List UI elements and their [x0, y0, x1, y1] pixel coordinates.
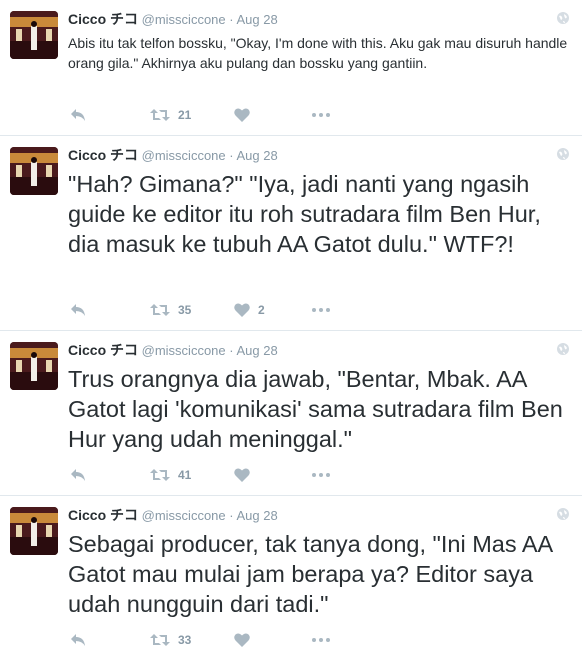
like-count: 2: [258, 303, 265, 317]
retweet-count: 35: [178, 303, 192, 317]
like-button[interactable]: [234, 105, 258, 125]
retweet-count: 21: [178, 108, 192, 122]
reply-button[interactable]: [70, 465, 86, 485]
avatar[interactable]: [10, 342, 58, 390]
globe-icon: [557, 508, 569, 520]
separator-dot: ·: [229, 148, 234, 163]
retweet-icon: [150, 634, 170, 646]
tweet-text: Abis itu tak telfon bossku, "Okay, I'm d…: [68, 35, 572, 71]
more-button[interactable]: [312, 630, 330, 650]
retweet-count: 41: [178, 468, 192, 482]
tweet-header: Cicco チコ @missciccone · Aug 28: [68, 506, 568, 525]
timestamp[interactable]: Aug 28: [237, 508, 278, 523]
more-button[interactable]: [312, 105, 330, 125]
like-button[interactable]: 2: [234, 300, 265, 320]
more-button[interactable]: [312, 300, 330, 320]
separator-dot: ·: [229, 343, 234, 358]
screen-name[interactable]: @missciccone: [142, 508, 226, 523]
more-icon: [312, 113, 330, 117]
heart-icon: [234, 633, 250, 647]
more-icon: [312, 473, 330, 477]
reply-button[interactable]: [70, 300, 86, 320]
globe-icon: [557, 343, 569, 355]
globe-icon: [557, 12, 569, 24]
tweet-header: Cicco チコ @missciccone · Aug 28: [68, 10, 568, 29]
tweet-header: Cicco チコ @missciccone · Aug 28: [68, 146, 568, 165]
tweet-text: Sebagai producer, tak tanya dong, "Ini M…: [68, 531, 559, 617]
reply-button[interactable]: [70, 630, 86, 650]
separator-dot: ·: [229, 508, 234, 523]
display-name[interactable]: Cicco チコ: [68, 507, 138, 523]
heart-icon: [234, 468, 250, 482]
timestamp[interactable]: Aug 28: [237, 12, 278, 27]
reply-icon: [71, 304, 85, 316]
reply-icon: [71, 109, 85, 121]
tweet-text: Trus orangnya dia jawab, "Bentar, Mbak. …: [68, 366, 570, 452]
screen-name[interactable]: @missciccone: [142, 343, 226, 358]
tweet-actions: 21: [70, 105, 582, 125]
timestamp[interactable]: Aug 28: [237, 343, 278, 358]
tweet-actions: 33: [70, 630, 582, 650]
retweet-count: 33: [178, 633, 192, 647]
heart-icon: [234, 108, 250, 122]
screen-name[interactable]: @missciccone: [142, 148, 226, 163]
retweet-icon: [150, 109, 170, 121]
retweet-button[interactable]: 41: [150, 465, 191, 485]
display-name[interactable]: Cicco チコ: [68, 11, 138, 27]
globe-icon: [557, 148, 569, 160]
tweet[interactable]: Cicco チコ @missciccone · Aug 28 "Hah? Gim…: [0, 136, 582, 331]
retweet-button[interactable]: 21: [150, 105, 191, 125]
timestamp[interactable]: Aug 28: [237, 148, 278, 163]
more-icon: [312, 638, 330, 642]
like-button[interactable]: [234, 630, 258, 650]
tweet-actions: 41: [70, 465, 582, 485]
display-name[interactable]: Cicco チコ: [68, 147, 138, 163]
tweet-text: "Hah? Gimana?" "Iya, jadi nanti yang nga…: [68, 171, 548, 257]
avatar[interactable]: [10, 11, 58, 59]
tweet-header: Cicco チコ @missciccone · Aug 28: [68, 341, 568, 360]
reply-icon: [71, 634, 85, 646]
retweet-icon: [150, 469, 170, 481]
tweet[interactable]: Cicco チコ @missciccone · Aug 28 Trus oran…: [0, 331, 582, 496]
more-button[interactable]: [312, 465, 330, 485]
heart-icon: [234, 303, 250, 317]
retweet-button[interactable]: 33: [150, 630, 191, 650]
reply-button[interactable]: [70, 105, 86, 125]
tweet[interactable]: Cicco チコ @missciccone · Aug 28 Abis itu …: [0, 0, 582, 136]
avatar[interactable]: [10, 507, 58, 555]
avatar[interactable]: [10, 147, 58, 195]
separator-dot: ·: [229, 12, 234, 27]
more-icon: [312, 308, 330, 312]
retweet-button[interactable]: 35: [150, 300, 191, 320]
reply-icon: [71, 469, 85, 481]
screen-name[interactable]: @missciccone: [142, 12, 226, 27]
like-button[interactable]: [234, 465, 258, 485]
tweet-actions: 35 2: [70, 300, 582, 320]
tweet[interactable]: Cicco チコ @missciccone · Aug 28 Sebagai p…: [0, 496, 582, 660]
display-name[interactable]: Cicco チコ: [68, 342, 138, 358]
retweet-icon: [150, 304, 170, 316]
